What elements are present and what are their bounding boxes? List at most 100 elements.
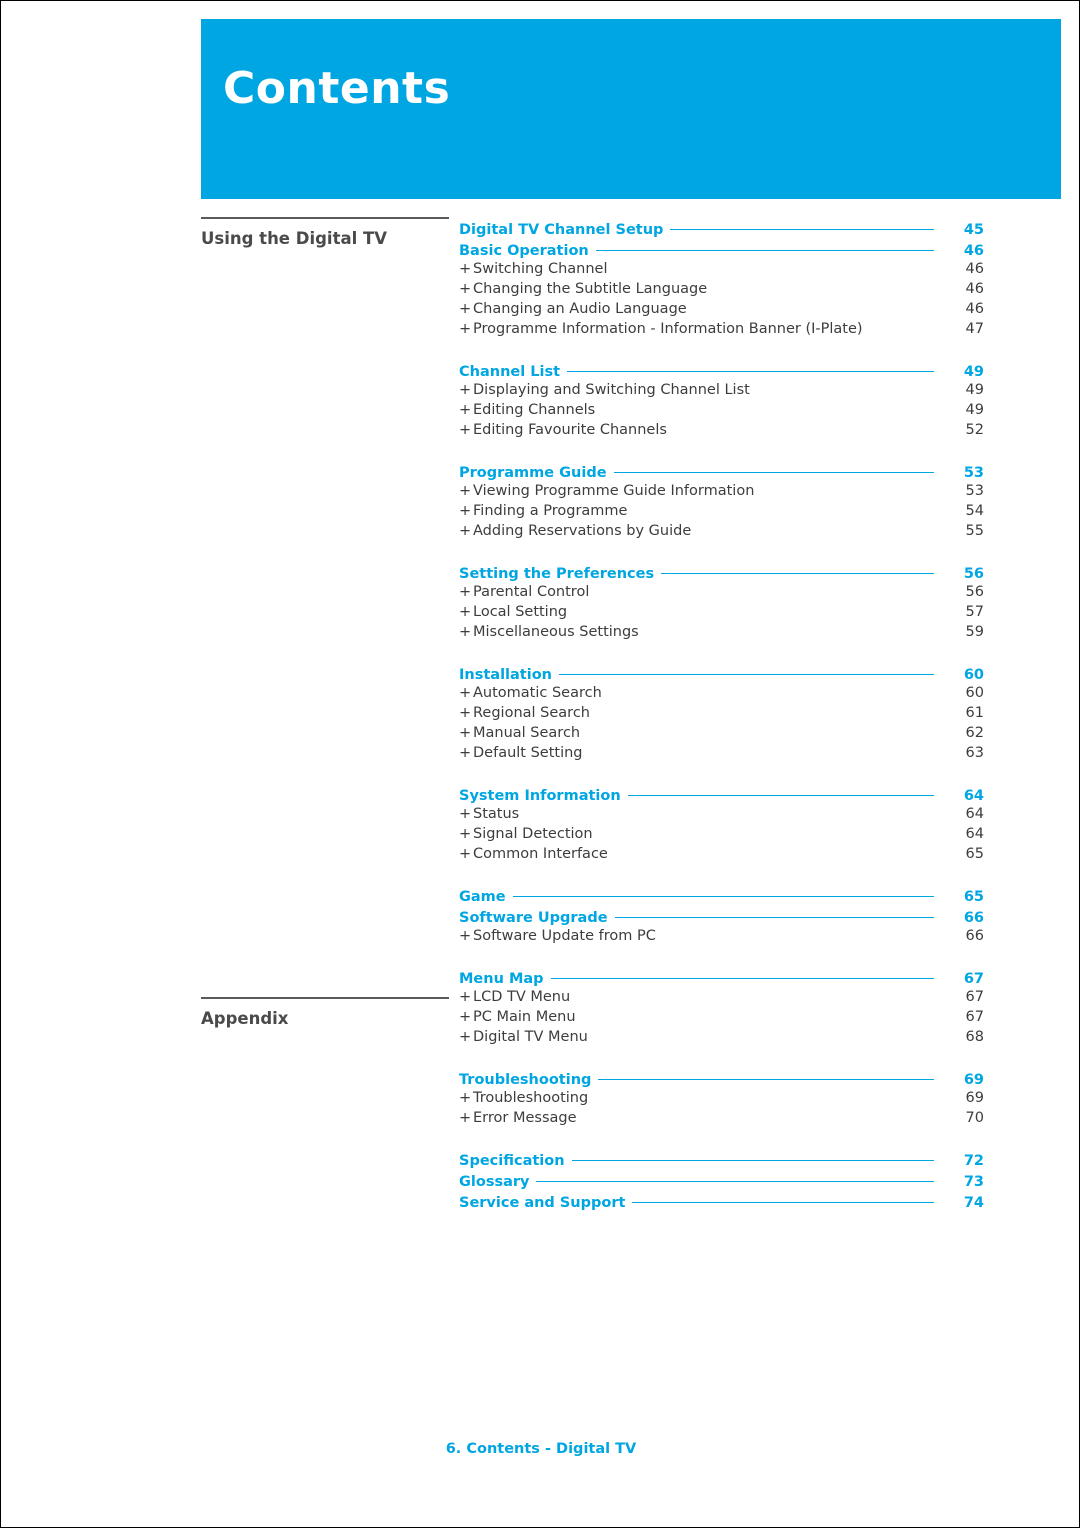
toc-entry[interactable]: + Common Interface 65 — [459, 846, 984, 866]
toc-group-header[interactable]: Specification 72 — [459, 1150, 984, 1171]
toc-group-header[interactable]: Game 65 — [459, 886, 984, 907]
toc-entry-page-number: 60 — [965, 685, 984, 701]
toc-group: Glossary 73 — [459, 1171, 984, 1192]
leader-rule — [598, 1078, 934, 1080]
toc-entry-label: Regional Search — [473, 705, 590, 721]
plus-icon: + — [459, 483, 472, 499]
toc-entry-label: Manual Search — [473, 725, 581, 741]
toc-group-header[interactable]: Troubleshooting 69 — [459, 1069, 984, 1090]
toc-entry[interactable]: + LCD TV Menu 67 — [459, 989, 984, 1009]
leader-rule — [512, 895, 934, 897]
toc-entry[interactable]: + Manual Search 62 — [459, 725, 984, 745]
toc-entry-label: Automatic Search — [473, 685, 602, 701]
toc-entry[interactable]: + Miscellaneous Settings 59 — [459, 624, 984, 644]
toc-group-title: Specification — [459, 1152, 565, 1169]
toc-entry[interactable]: + Troubleshooting 69 — [459, 1090, 984, 1110]
toc-entry-page-number: 54 — [965, 503, 984, 519]
document-page: Contents Using the Digital TV Appendix D… — [0, 0, 1080, 1528]
plus-icon: + — [459, 422, 472, 438]
leader-rule — [670, 228, 934, 230]
toc-entry-label: Adding Reservations by Guide — [473, 523, 692, 539]
toc-group: Software Upgrade 66 + Software Update from … — [459, 907, 984, 948]
toc-group: Basic Operation 46 + Switching Channel 46 + Ch… — [459, 240, 984, 341]
toc-entry-page-number: 49 — [965, 382, 984, 398]
toc-group-page-number: 72 — [963, 1152, 984, 1169]
toc-entry-label: Common Interface — [473, 846, 608, 862]
toc-entry[interactable]: + Regional Search 61 — [459, 705, 984, 725]
toc-entry-label: Changing the Subtitle Language — [473, 281, 708, 297]
toc-entry[interactable]: + Signal Detection 64 — [459, 826, 984, 846]
leader-rule — [571, 1159, 934, 1161]
leader-rule — [614, 916, 934, 918]
toc-entry-page-number: 62 — [965, 725, 984, 741]
toc-entry[interactable]: + Finding a Programme 54 — [459, 503, 984, 523]
toc-group: Game 65 — [459, 886, 984, 907]
toc-group-header[interactable]: Digital TV Channel Setup 45 — [459, 219, 984, 240]
toc-group-header[interactable]: Channel List 49 — [459, 361, 984, 382]
toc-group-header[interactable]: Basic Operation 46 — [459, 240, 984, 261]
toc-entry[interactable]: + Changing the Subtitle Language 46 — [459, 281, 984, 301]
toc-group-header[interactable]: System Information 64 — [459, 785, 984, 806]
toc-entry[interactable]: + Parental Control 56 — [459, 584, 984, 604]
toc-entry-page-number: 55 — [965, 523, 984, 539]
plus-icon: + — [459, 261, 472, 277]
plus-icon: + — [459, 989, 472, 1005]
plus-icon: + — [459, 402, 472, 418]
toc-entry-page-number: 47 — [965, 321, 984, 337]
toc-entry-label: PC Main Menu — [473, 1009, 576, 1025]
plus-icon: + — [459, 1029, 472, 1045]
toc-entry-label: Software Update from PC — [473, 928, 656, 944]
toc-group-header[interactable]: Programme Guide 53 — [459, 462, 984, 483]
toc-entry-page-number: 53 — [965, 483, 984, 499]
toc-entry-label: Viewing Programme Guide Information — [473, 483, 755, 499]
plus-icon: + — [459, 846, 472, 862]
leader-rule — [567, 370, 934, 372]
toc-entry[interactable]: + Adding Reservations by Guide 55 — [459, 523, 984, 543]
toc-entry[interactable]: + Digital TV Menu 68 — [459, 1029, 984, 1049]
toc-entry[interactable]: + Switching Channel 46 — [459, 261, 984, 281]
toc-group-page-number: 64 — [963, 787, 984, 804]
plus-icon: + — [459, 705, 472, 721]
plus-icon: + — [459, 523, 472, 539]
toc-entry-label: Default Setting — [473, 745, 583, 761]
plus-icon: + — [459, 624, 472, 640]
toc-entry[interactable]: + Displaying and Switching Channel List 49 — [459, 382, 984, 402]
toc-entry[interactable]: + Local Setting 57 — [459, 604, 984, 624]
leader-rule — [536, 1180, 934, 1182]
toc-group-header[interactable]: Glossary 73 — [459, 1171, 984, 1192]
leader-rule — [613, 471, 934, 473]
toc-entry[interactable]: + Error Message 70 — [459, 1110, 984, 1130]
toc-entry[interactable]: + Status 64 — [459, 806, 984, 826]
toc-entry[interactable]: + Editing Channels 49 — [459, 402, 984, 422]
page-title: Contents — [223, 63, 451, 114]
toc-entry[interactable]: + Default Setting 63 — [459, 745, 984, 765]
toc-entry[interactable]: + Viewing Programme Guide Information 53 — [459, 483, 984, 503]
toc-group-title: Troubleshooting — [459, 1071, 592, 1088]
toc-entry[interactable]: + Software Update from PC 66 — [459, 928, 984, 948]
toc-entry-page-number: 65 — [965, 846, 984, 862]
toc-group-header[interactable]: Installation 60 — [459, 664, 984, 685]
toc-group: Setting the Preferences 56 + Parental Contr… — [459, 563, 984, 644]
toc-entry-page-number: 69 — [965, 1090, 984, 1106]
toc-entry[interactable]: + Editing Favourite Channels 52 — [459, 422, 984, 442]
plus-icon: + — [459, 1110, 472, 1126]
toc-entry[interactable]: + Changing an Audio Language 46 — [459, 301, 984, 321]
toc-entry-label: Troubleshooting — [473, 1090, 589, 1106]
toc-entry-label: LCD TV Menu — [473, 989, 571, 1005]
toc-group-header[interactable]: Software Upgrade 66 — [459, 907, 984, 928]
toc-entry-page-number: 64 — [965, 806, 984, 822]
toc-entry-page-number: 63 — [965, 745, 984, 761]
toc-entry[interactable]: + PC Main Menu 67 — [459, 1009, 984, 1029]
toc-group: Menu Map 67 + LCD TV Menu 67 + PC Main Menu 67 +… — [459, 968, 984, 1049]
toc-group-header[interactable]: Service and Support 74 — [459, 1192, 984, 1213]
toc-entry[interactable]: + Automatic Search 60 — [459, 685, 984, 705]
toc-entry[interactable]: + Programme Information - Information Ban… — [459, 321, 984, 341]
toc-entry-page-number: 46 — [965, 261, 984, 277]
toc-group-header[interactable]: Setting the Preferences 56 — [459, 563, 984, 584]
plus-icon: + — [459, 382, 472, 398]
toc-group-header[interactable]: Menu Map 67 — [459, 968, 984, 989]
toc-group: Specification 72 — [459, 1150, 984, 1171]
